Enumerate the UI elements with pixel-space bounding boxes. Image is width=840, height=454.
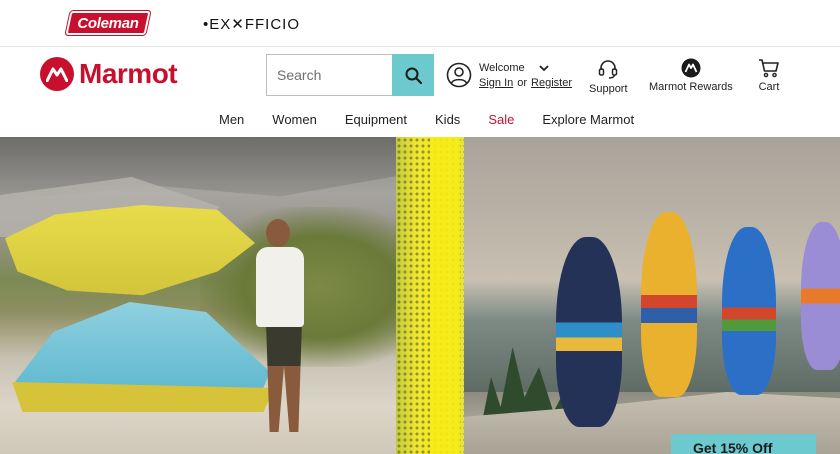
cart-icon — [759, 59, 779, 78]
sign-in-link[interactable]: Sign In — [479, 77, 513, 89]
nav-item-women[interactable]: Women — [272, 112, 317, 127]
brand-strip: Coleman •EX✕FFICIO — [0, 0, 840, 47]
support-link[interactable]: Support — [589, 58, 628, 95]
rewards-icon — [681, 58, 701, 78]
or-label: or — [517, 77, 528, 89]
chevron-down-icon[interactable] — [539, 65, 549, 72]
account-menu[interactable]: Welcome Sign In or Register — [446, 61, 572, 91]
rewards-label: Marmot Rewards — [649, 81, 733, 93]
main-header: Marmot Welcome Sign In orRegister Support… — [0, 48, 840, 100]
search-bar — [266, 54, 434, 96]
nav-item-kids[interactable]: Kids — [435, 112, 460, 127]
welcome-label: Welcome — [479, 62, 525, 74]
coleman-logo-label: Coleman — [77, 14, 139, 32]
hero-divider-stripe — [396, 137, 464, 454]
nav-item-men[interactable]: Men — [219, 112, 244, 127]
marmot-mark-icon — [40, 57, 74, 91]
marmot-wordmark: Marmot — [79, 58, 178, 89]
hero-banner[interactable]: Get 15% Off — [0, 137, 840, 454]
support-headset-icon — [599, 60, 618, 79]
cart-link[interactable]: Cart — [758, 58, 780, 93]
support-label: Support — [589, 83, 628, 95]
rewards-link[interactable]: Marmot Rewards — [649, 58, 733, 93]
cart-label: Cart — [758, 81, 780, 93]
hero-image-camping — [0, 137, 400, 454]
register-link[interactable]: Register — [531, 77, 572, 89]
account-icon — [446, 62, 472, 88]
marmot-logo[interactable]: Marmot — [40, 57, 178, 91]
exofficio-logo[interactable]: •EX✕FFICIO — [203, 15, 300, 33]
search-icon — [405, 67, 422, 84]
nav-item-equipment[interactable]: Equipment — [345, 112, 407, 127]
nav-item-sale[interactable]: Sale — [488, 112, 514, 127]
main-nav: Men Women Equipment Kids Sale Explore Ma… — [0, 103, 840, 137]
hero-image-sleeping-bags — [464, 137, 840, 454]
search-input[interactable] — [266, 54, 392, 96]
coleman-logo[interactable]: Coleman — [64, 10, 152, 36]
promo-banner[interactable]: Get 15% Off — [671, 434, 816, 454]
search-button[interactable] — [392, 54, 434, 96]
nav-item-explore-marmot[interactable]: Explore Marmot — [542, 112, 634, 127]
